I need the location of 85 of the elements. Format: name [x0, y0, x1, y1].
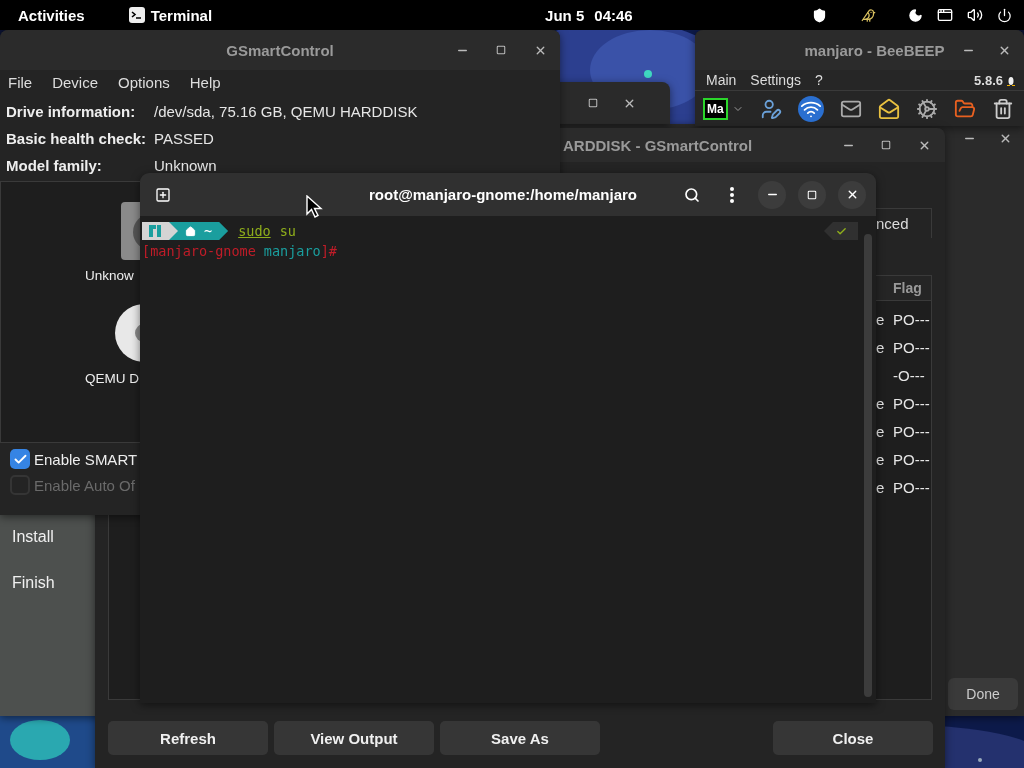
dialog-button[interactable]: Refresh	[108, 721, 268, 755]
new-tab-icon[interactable]	[155, 186, 171, 203]
checkbox[interactable]	[10, 449, 30, 469]
drive-label[interactable]: QEMU D	[85, 371, 139, 386]
prompt-text: manjaro	[263, 243, 321, 259]
table-cell: PO---	[893, 478, 931, 496]
mouse-pointer-icon	[306, 195, 324, 218]
table-cell-text: e	[876, 394, 886, 412]
checkbox-label: Enable Auto Of	[34, 476, 135, 494]
settings-icon[interactable]	[915, 97, 938, 120]
bird-icon[interactable]	[861, 7, 876, 23]
terminal-icon	[128, 7, 145, 23]
trash-icon[interactable]	[991, 97, 1014, 120]
table-cell: PO---	[893, 394, 931, 412]
dialog-button[interactable]: View Output	[274, 721, 434, 755]
table-cell: PO---	[893, 422, 931, 440]
close-button[interactable]: Close	[773, 721, 933, 755]
maximize-icon	[807, 189, 817, 200]
done-button[interactable]: Done	[948, 678, 1018, 710]
table-cell-text: e	[876, 338, 886, 356]
menu-item[interactable]: File	[8, 73, 33, 91]
menu-item[interactable]: Help	[189, 73, 221, 91]
date-text: Jun 5	[545, 6, 585, 24]
version-text: 5.8.6	[974, 72, 1003, 88]
time-text: 04:46	[594, 6, 633, 24]
column-header[interactable]: Flag	[893, 280, 931, 296]
close-button[interactable]	[838, 180, 866, 209]
info-value: PASSED	[154, 130, 214, 147]
command-text: sudo	[238, 223, 271, 239]
table-cell-text: e	[876, 310, 886, 328]
menu-item[interactable]: Device	[52, 73, 99, 91]
open-mail-icon[interactable]	[877, 97, 900, 120]
table-cell: PO---	[893, 450, 931, 468]
folder-icon[interactable]	[953, 97, 976, 120]
menu-item[interactable]: Main	[706, 72, 737, 89]
home-icon	[185, 225, 196, 237]
penguin-icon	[1006, 74, 1016, 87]
dialog-button[interactable]: Save As	[440, 721, 600, 755]
path-text: ~	[204, 223, 213, 239]
maximize-icon	[588, 98, 598, 108]
installer-step: Install	[12, 528, 95, 546]
display-icon[interactable]	[937, 7, 953, 23]
info-label: Model family:	[6, 157, 103, 174]
scrollbar[interactable]	[864, 234, 872, 697]
checkbox-label: Enable SMART	[34, 450, 138, 468]
table-cell-text: e	[876, 478, 886, 496]
maximize-button[interactable]	[798, 180, 826, 209]
maximize-icon	[496, 45, 506, 55]
power-icon[interactable]	[997, 7, 1012, 23]
wireless-icon[interactable]	[797, 95, 824, 122]
installer-step: Finish	[12, 574, 95, 592]
prompt-text: [manjaro-gnome	[142, 243, 256, 259]
check-icon	[835, 225, 847, 237]
clock[interactable]: Jun 5 04:46	[545, 6, 633, 24]
menu-icon	[730, 186, 734, 203]
search-icon	[684, 186, 700, 203]
window-title: ARDDISK - GSmartControl	[563, 136, 753, 154]
info-value: /dev/sda, 75.16 GB, QEMU HARDDISK	[154, 103, 418, 120]
app-menu[interactable]: Terminal	[128, 6, 213, 24]
minimize-button[interactable]	[758, 180, 786, 209]
shield-icon[interactable]	[812, 7, 827, 23]
window-title: GSmartControl	[226, 41, 334, 59]
activities-button[interactable]: Activities	[18, 6, 85, 24]
table-cell: PO---	[893, 310, 931, 328]
status-badge[interactable]: Ma	[703, 97, 728, 120]
prompt-text: ]#	[320, 243, 337, 259]
info-label: Drive information:	[6, 103, 137, 120]
maximize-icon	[881, 140, 891, 150]
menu-item[interactable]: ?	[814, 72, 823, 89]
table-cell: PO---	[893, 338, 931, 356]
table-cell-text: -O---	[893, 366, 926, 384]
moon-icon[interactable]	[908, 7, 923, 23]
info-value: Unknown	[154, 157, 217, 174]
window-title: root@manjaro-gnome:/home/manjaro	[369, 186, 637, 203]
argument-text: su	[279, 223, 296, 239]
volume-icon[interactable]	[967, 7, 983, 23]
drive-label[interactable]: Unknow	[85, 268, 134, 283]
profile-edit-icon[interactable]	[759, 97, 782, 120]
table-cell-text: e	[876, 422, 886, 440]
hard-drive-icon	[121, 202, 141, 260]
window-title: manjaro - BeeBEEP	[804, 41, 945, 59]
menu-item[interactable]: Options	[118, 73, 170, 91]
info-label: Basic health check:	[6, 130, 148, 147]
menu-item[interactable]: Settings	[750, 72, 801, 89]
table-cell-text: e	[876, 450, 886, 468]
